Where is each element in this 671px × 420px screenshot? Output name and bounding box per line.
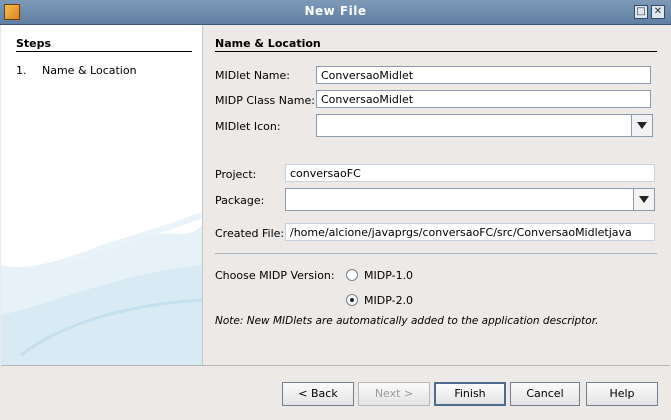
button-separator: [1, 365, 670, 366]
midlet-name-label: MIDlet Name:: [215, 69, 290, 82]
midlet-name-input[interactable]: ConversaoMidlet: [316, 66, 651, 84]
panel-decoration: [1, 212, 202, 365]
created-file-field: /home/alcione/javaprgs/conversaoFC/src/C…: [285, 223, 655, 241]
title-bar: New File □ ✕: [0, 0, 671, 25]
created-file-label: Created File:: [215, 227, 285, 240]
project-label: Project:: [215, 168, 257, 181]
section-underline: [215, 51, 657, 52]
panel-divider: [202, 25, 203, 365]
midlet-icon-label: MIDlet Icon:: [215, 120, 281, 133]
package-combo[interactable]: [285, 188, 655, 211]
window-title: New File: [304, 4, 367, 18]
chevron-down-icon[interactable]: [631, 115, 652, 136]
back-button[interactable]: < Back: [282, 382, 354, 406]
steps-panel: Steps 1. Name & Location: [1, 25, 202, 365]
step-number: 1.: [16, 64, 27, 77]
next-button: Next >: [358, 382, 430, 406]
cancel-button[interactable]: Cancel: [510, 382, 580, 406]
midp-class-name-label: MIDP Class Name:: [215, 94, 315, 107]
finish-button[interactable]: Finish: [434, 382, 506, 406]
midp-2-label[interactable]: MIDP-2.0: [364, 294, 413, 307]
midp-1-label[interactable]: MIDP-1.0: [364, 269, 413, 282]
separator: [215, 253, 657, 254]
package-label: Package:: [215, 194, 265, 207]
steps-title: Steps: [16, 37, 52, 50]
midp-2-radio[interactable]: [346, 294, 358, 306]
midp-version-label: Choose MIDP Version:: [215, 269, 335, 282]
descriptor-note: Note: New MIDlets are automatically adde…: [215, 315, 599, 327]
midp-class-name-input[interactable]: ConversaoMidlet: [316, 90, 651, 108]
midlet-icon-combo[interactable]: [316, 114, 653, 137]
midp-1-radio[interactable]: [346, 269, 358, 281]
section-title: Name & Location: [215, 37, 321, 50]
help-button[interactable]: Help: [586, 382, 658, 406]
project-field: conversaoFC: [285, 164, 655, 182]
close-icon[interactable]: ✕: [651, 5, 665, 19]
step-label: Name & Location: [42, 64, 137, 77]
radio-selected-dot: [350, 298, 354, 302]
steps-underline: [16, 51, 192, 52]
chevron-down-icon[interactable]: [633, 189, 654, 210]
maximize-icon[interactable]: □: [634, 5, 648, 19]
